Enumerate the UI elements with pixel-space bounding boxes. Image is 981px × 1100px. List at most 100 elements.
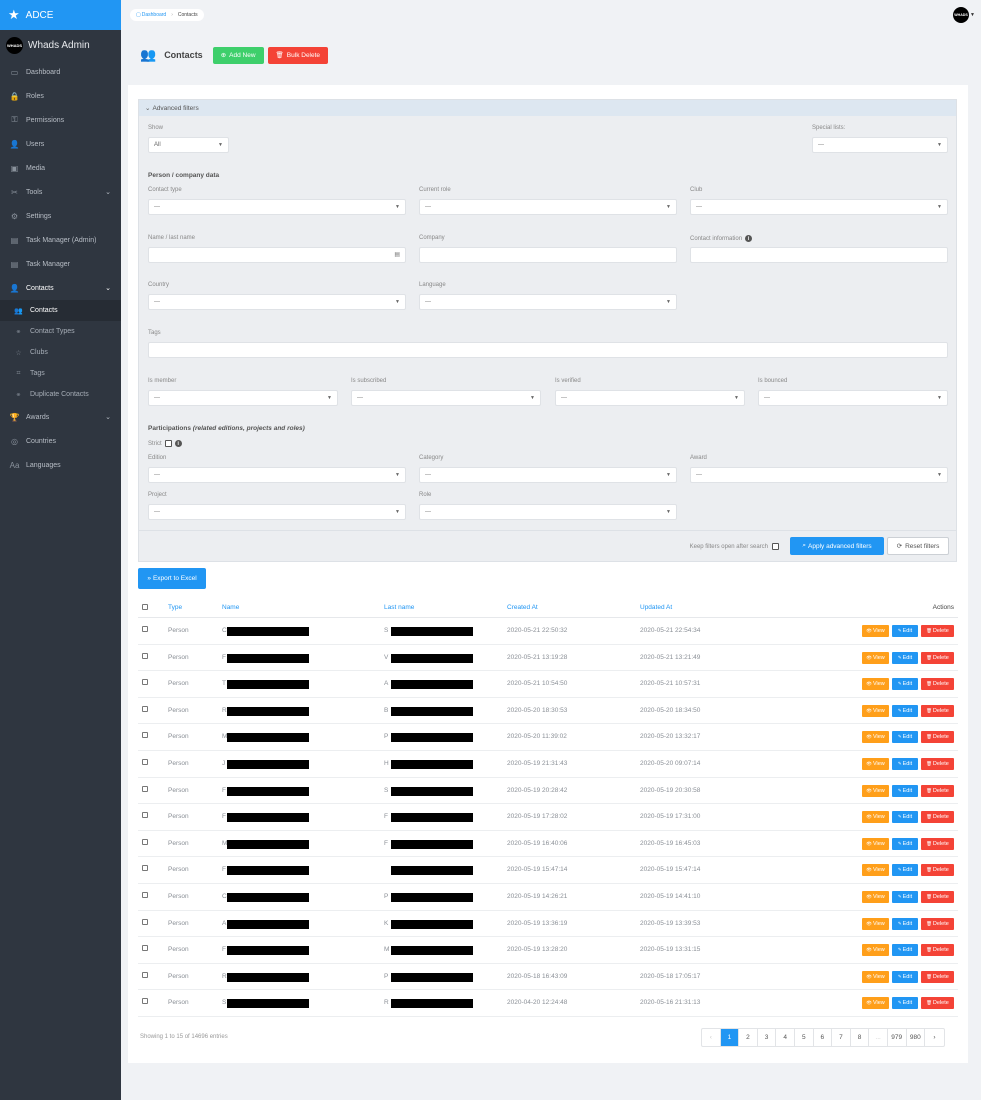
view-button[interactable]: 👁 View [862, 917, 889, 930]
row-checkbox[interactable] [142, 705, 148, 712]
sidebar-subitem-clubs[interactable]: ☆ Clubs [0, 342, 121, 363]
row-checkbox[interactable] [142, 945, 148, 952]
page-next-button[interactable]: › [925, 1029, 944, 1046]
edit-button[interactable]: ✎ Edit [892, 678, 918, 691]
sidebar-item-countries[interactable]: ◎ Countries [0, 429, 121, 453]
sidebar-item-permissions[interactable]: ⚿ Permissions [0, 108, 121, 132]
sidebar-item-tools[interactable]: ✂ Tools ⌄ [0, 180, 121, 204]
row-checkbox[interactable] [142, 785, 148, 792]
show-select[interactable]: All ▼ [148, 137, 229, 153]
row-checkbox[interactable] [142, 865, 148, 872]
name-last-name-input[interactable]: ▤ [148, 247, 406, 263]
reset-filters-button[interactable]: ⟳ Reset filters [887, 537, 949, 555]
edit-button[interactable]: ✎ Edit [892, 651, 918, 664]
sidebar-item-roles[interactable]: 🔒 Roles [0, 84, 121, 108]
edit-button[interactable]: ✎ Edit [892, 625, 918, 637]
sidebar-item-users[interactable]: 👤 Users [0, 132, 121, 156]
delete-button[interactable]: 🗑 Delete [921, 997, 954, 1010]
is-subscribed-select[interactable]: --- ▼ [351, 390, 541, 406]
language-select[interactable]: --- ▼ [419, 294, 677, 310]
award-select[interactable]: --- ▼ [690, 467, 948, 483]
view-button[interactable]: 👁 View [862, 864, 889, 877]
edit-button[interactable]: ✎ Edit [892, 890, 918, 903]
delete-button[interactable]: 🗑 Delete [921, 970, 954, 983]
select-all-checkbox[interactable] [142, 604, 148, 610]
row-checkbox[interactable] [142, 812, 148, 819]
edit-button[interactable]: ✎ Edit [892, 917, 918, 930]
sidebar-subitem-contacts[interactable]: 👥 Contacts [0, 300, 121, 321]
current-role-select[interactable]: --- ▼ [419, 199, 677, 215]
category-select[interactable]: --- ▼ [419, 467, 677, 483]
sidebar-subitem-tags[interactable]: ⌗ Tags [0, 363, 121, 384]
export-excel-button[interactable]: » Export to Excel [138, 568, 206, 589]
project-select[interactable]: --- ▼ [148, 504, 406, 520]
delete-button[interactable]: 🗑 Delete [921, 784, 954, 797]
view-button[interactable]: 👁 View [862, 704, 889, 717]
user-avatar[interactable]: WHADS [953, 7, 969, 23]
delete-button[interactable]: 🗑 Delete [921, 651, 954, 664]
info-icon[interactable]: i [174, 440, 182, 447]
page-980[interactable]: 980 [907, 1029, 926, 1046]
delete-button[interactable]: 🗑 Delete [921, 890, 954, 903]
country-select[interactable]: --- ▼ [148, 294, 406, 310]
view-button[interactable]: 👁 View [862, 944, 889, 957]
is-member-select[interactable]: --- ▼ [148, 390, 338, 406]
page-8[interactable]: 8 [851, 1029, 870, 1046]
row-checkbox[interactable] [142, 838, 148, 845]
view-button[interactable]: 👁 View [862, 970, 889, 983]
edition-select[interactable]: --- ▼ [148, 467, 406, 483]
add-new-button[interactable]: ⊕ Add New [212, 46, 264, 64]
sidebar-item-task-manager-admin[interactable]: ▤ Task Manager (Admin) [0, 228, 121, 252]
header-type[interactable]: Type [168, 604, 182, 611]
row-checkbox[interactable] [142, 652, 148, 659]
info-icon[interactable]: i [745, 235, 753, 242]
role-select[interactable]: --- ▼ [419, 504, 677, 520]
tags-input[interactable] [148, 342, 948, 358]
edit-button[interactable]: ✎ Edit [892, 731, 918, 744]
edit-button[interactable]: ✎ Edit [892, 837, 918, 850]
sidebar-item-media[interactable]: ▣ Media [0, 156, 121, 180]
company-input[interactable] [419, 247, 677, 263]
delete-button[interactable]: 🗑 Delete [921, 944, 954, 957]
sidebar-item-task-manager[interactable]: ▤ Task Manager [0, 252, 121, 276]
sidebar-item-dashboard[interactable]: ▭ Dashboard [0, 60, 121, 84]
contact-type-select[interactable]: --- ▼ [148, 199, 406, 215]
page-3[interactable]: 3 [758, 1029, 777, 1046]
is-verified-select[interactable]: --- ▼ [555, 390, 745, 406]
view-button[interactable]: 👁 View [862, 890, 889, 903]
delete-button[interactable]: 🗑 Delete [921, 811, 954, 824]
delete-button[interactable]: 🗑 Delete [921, 917, 954, 930]
edit-button[interactable]: ✎ Edit [892, 864, 918, 877]
advanced-filters-toggle[interactable]: ⌄ Advanced filters [139, 100, 956, 116]
edit-button[interactable]: ✎ Edit [892, 704, 918, 717]
view-button[interactable]: 👁 View [862, 625, 889, 637]
view-button[interactable]: 👁 View [862, 731, 889, 744]
edit-button[interactable]: ✎ Edit [892, 811, 918, 824]
header-created-at[interactable]: Created At [507, 604, 538, 611]
view-button[interactable]: 👁 View [862, 811, 889, 824]
row-checkbox[interactable] [142, 679, 148, 686]
page-979[interactable]: 979 [888, 1029, 907, 1046]
delete-button[interactable]: 🗑 Delete [921, 837, 954, 850]
sidebar-item-contacts[interactable]: 👤 Contacts ⌄ [0, 276, 121, 300]
sidebar-item-awards[interactable]: 🏆 Awards ⌄ [0, 405, 121, 429]
contact-information-input[interactable] [690, 247, 948, 263]
strict-checkbox[interactable] [164, 440, 172, 447]
header-updated-at[interactable]: Updated At [640, 604, 672, 611]
delete-button[interactable]: 🗑 Delete [921, 704, 954, 717]
edit-button[interactable]: ✎ Edit [892, 997, 918, 1010]
row-checkbox[interactable] [142, 971, 148, 978]
row-checkbox[interactable] [142, 732, 148, 739]
page-1[interactable]: 1 [720, 1029, 740, 1046]
edit-button[interactable]: ✎ Edit [892, 757, 918, 770]
page-prev-button[interactable]: ‹ [702, 1029, 721, 1046]
header-last-name[interactable]: Last name [384, 604, 414, 611]
view-button[interactable]: 👁 View [862, 678, 889, 691]
page-5[interactable]: 5 [795, 1029, 814, 1046]
view-button[interactable]: 👁 View [862, 784, 889, 797]
page-7[interactable]: 7 [832, 1029, 851, 1046]
bulk-delete-button[interactable]: 🗑 Bulk Delete [267, 46, 329, 64]
view-button[interactable]: 👁 View [862, 757, 889, 770]
sidebar-item-languages[interactable]: Aa Languages [0, 453, 121, 477]
caret-down-icon[interactable]: ▼ [970, 12, 975, 18]
